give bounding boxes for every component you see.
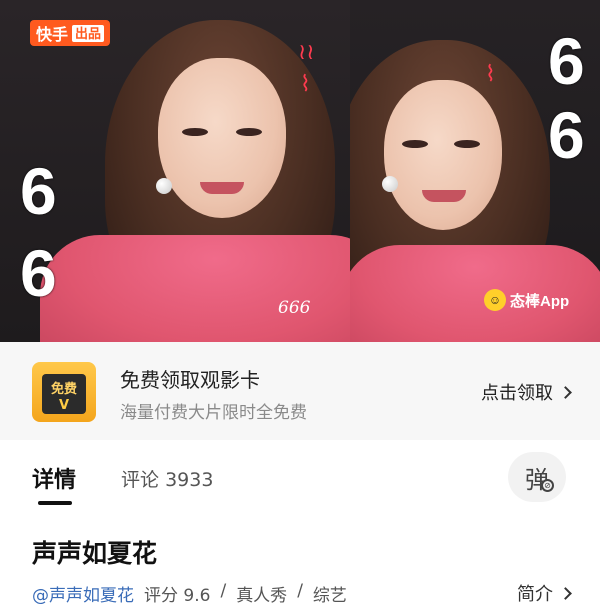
earring [156,178,172,194]
video-player[interactable]: ≀≀ ⌇ ⌇ 快手 出品 6 6 6 6 666 ☺ 态棒App [0,0,600,342]
person-eye [236,128,262,136]
claim-button[interactable]: 点击领取 [481,379,572,405]
tab-comments-label: 评论 [121,469,160,491]
intro-button[interactable]: 简介 [517,580,572,606]
person-eye [454,140,480,148]
overlay-digit: 6 [20,236,57,310]
person-mouth [422,190,466,202]
tab-comments[interactable]: 评论 3933 [121,465,213,492]
watermark-text: 态棒App [510,292,570,310]
claim-label: 点击领取 [481,383,553,404]
person-face [384,80,502,230]
content-tabs: 详情 评论 3933 弹 ⊘ [0,440,600,520]
comment-count: 3933 [165,469,214,491]
author-link[interactable]: @声声如夏花 [32,581,134,606]
intro-label: 简介 [517,584,553,605]
person-eye [402,140,428,148]
category: 综艺 [312,586,347,606]
danmaku-off-icon: ⊘ [541,479,554,492]
rating: 评分 9.6 [144,586,211,606]
genre: 真人秀 [236,586,288,606]
kuaishou-logo: 快手 出品 [30,20,111,46]
person-face [158,58,286,218]
danmaku-toggle-button[interactable]: 弹 ⊘ [508,452,566,502]
show-title: 声声如夏花 [32,539,158,568]
person-eye [182,128,208,136]
scribble-decoration: ⌇ [485,62,496,87]
free-card-icon: 免费 V [32,362,96,422]
chevron-right-icon [559,586,572,600]
overlay-digit: 6 [548,98,585,172]
person-shirt [40,235,390,342]
scribble-decoration: ⌇ [300,72,311,97]
promo-title: 免费领取观影卡 [120,368,260,392]
active-tab-indicator [38,501,72,505]
badge-label: 免费 [50,382,77,397]
earring [382,176,398,192]
tab-detail[interactable]: 详情 [32,462,76,494]
free-card-label: 免费 V [42,374,86,414]
meta-separator: / [297,581,303,601]
scribble-decoration: ≀≀ [298,40,315,65]
promo-banner[interactable]: 免费 V 免费领取观影卡 海量付费大片限时全免费 点击领取 [0,342,600,440]
watermark: ☺ 态棒App [484,289,569,311]
promo-subtitle: 海量付费大片限时全免费 [120,403,307,423]
overlay-caption: 666 [278,298,311,318]
overlay-digit: 6 [548,24,585,98]
meta-separator: / [220,581,227,601]
watermark-icon: ☺ [484,289,506,311]
logo-sub: 出品 [72,24,105,42]
person-mouth [200,182,244,194]
badge-mark: V [58,398,70,413]
overlay-digit: 6 [20,154,57,228]
chevron-right-icon [559,385,572,399]
show-meta: @声声如夏花 评分 9.6 / 真人秀 / 综艺 [32,581,347,606]
logo-text: 快手 [36,27,69,44]
video-frame-left: ≀≀ ⌇ [0,0,410,342]
